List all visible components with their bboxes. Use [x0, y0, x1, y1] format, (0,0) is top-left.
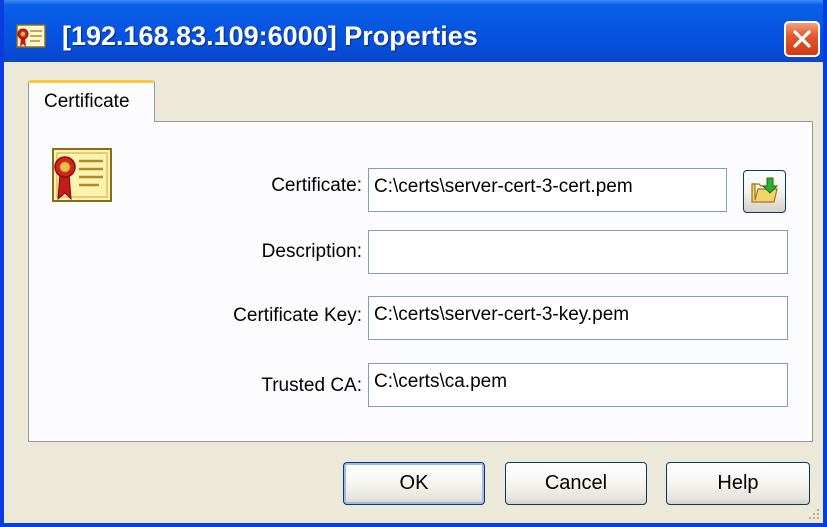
description-input[interactable]	[368, 230, 788, 274]
cancel-button[interactable]: Cancel	[505, 462, 647, 505]
trusted-ca-label: Trusted CA:	[261, 375, 362, 396]
certificate-label: Certificate:	[271, 175, 362, 196]
title-bar[interactable]: [192.168.83.109:6000] Properties	[4, 0, 823, 62]
certificate-icon	[51, 147, 113, 203]
tab-certificate-label: Certificate	[44, 91, 130, 112]
close-button[interactable]	[784, 21, 820, 57]
description-label: Description:	[261, 241, 362, 262]
help-button[interactable]: Help	[666, 462, 810, 505]
certificate-input[interactable]: C:\certs\server-cert-3-cert.pem	[368, 168, 727, 212]
certificate-key-label: Certificate Key:	[233, 305, 362, 326]
trusted-ca-input[interactable]: C:\certs\ca.pem	[368, 363, 788, 407]
properties-dialog: [192.168.83.109:6000] Properties Certifi…	[0, 0, 827, 527]
ok-button[interactable]: OK	[343, 462, 485, 505]
browse-certificate-button[interactable]	[743, 170, 786, 213]
close-icon	[793, 30, 811, 48]
certificate-icon	[16, 24, 46, 48]
tab-certificate[interactable]: Certificate	[28, 80, 155, 122]
window-title: [192.168.83.109:6000] Properties	[62, 21, 478, 51]
certificate-key-input[interactable]: C:\certs\server-cert-3-key.pem	[368, 296, 788, 340]
certificate-panel: Certificate: C:\certs\server-cert-3-cert…	[28, 121, 813, 442]
folder-open-icon	[751, 177, 779, 203]
resize-grip-icon[interactable]	[805, 505, 821, 521]
